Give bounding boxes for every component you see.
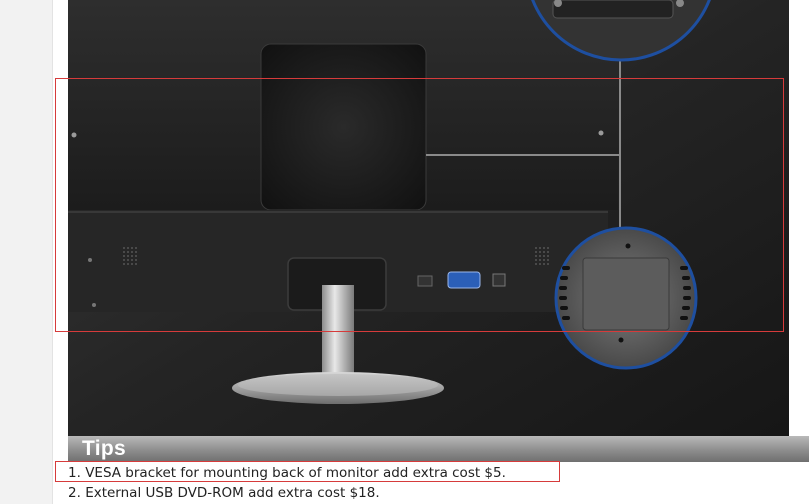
monitor-rear-illustration [68, 0, 789, 436]
stand-neck [322, 285, 354, 385]
screw-hole [92, 303, 96, 307]
tips-list: 1. VESA bracket for mounting back of mon… [68, 463, 506, 503]
left-gutter [0, 0, 53, 504]
tips-header-bar: Tips [68, 436, 809, 462]
tip-number: 2. [68, 485, 81, 501]
vga-port [447, 271, 481, 289]
tip-text: VESA bracket for mounting back of monito… [85, 465, 506, 481]
tips-title: Tips [82, 437, 126, 460]
power-port [492, 273, 506, 287]
product-photo [68, 0, 789, 436]
screw-hole [71, 132, 77, 138]
screw-hole [88, 258, 92, 262]
zoom-vesa-plate [582, 257, 670, 331]
vesa-mount-block [261, 44, 426, 210]
tip-item-2: 2. External USB DVD-ROM add extra cost $… [68, 483, 506, 503]
tip-text: External USB DVD-ROM add extra cost $18. [85, 485, 380, 501]
tip-item-1: 1. VESA bracket for mounting back of mon… [68, 463, 506, 483]
tip-number: 1. [68, 465, 81, 481]
hdmi-port [417, 275, 433, 287]
screw-hole [598, 130, 604, 136]
product-detail-page: Tips 1. VESA bracket for mounting back o… [0, 0, 809, 504]
